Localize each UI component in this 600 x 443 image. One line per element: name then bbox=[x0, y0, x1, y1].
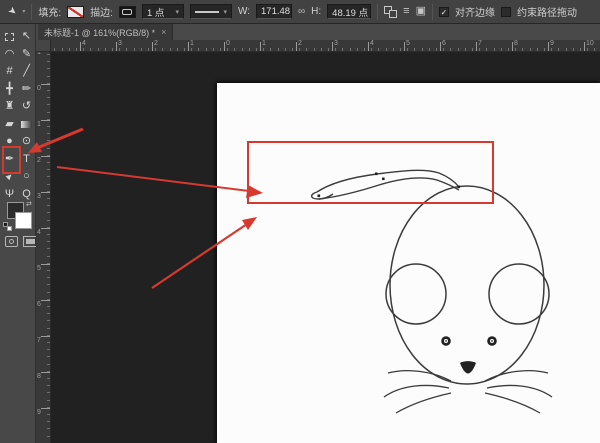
background-color-swatch[interactable] bbox=[15, 212, 32, 229]
history-brush-tool[interactable]: ↺ bbox=[22, 101, 31, 112]
close-icon[interactable]: × bbox=[161, 27, 166, 37]
stroke-width-field[interactable]: 1 点 ▾ bbox=[141, 4, 184, 19]
divider bbox=[377, 3, 379, 20]
align-edges-checkbox[interactable]: ✓ bbox=[438, 6, 449, 17]
document-title: 未标题-1 @ 161%(RGB/8) * bbox=[44, 27, 156, 38]
stroke-style-dropdown[interactable]: ▾ bbox=[189, 4, 232, 19]
tool-preset-dropdown-icon[interactable]: ▾ bbox=[22, 8, 25, 15]
horizontal-ruler: 4 3 2 1 0 1 2 3 4 5 6 7 8 9 10 bbox=[36, 40, 600, 52]
tool-options-bar: ➤ ▾ 填充: 描边: 1 点 ▾ ▾ W: 171.48 ∞ H: 48.19… bbox=[0, 0, 600, 24]
horizontal-type-tool[interactable]: T bbox=[23, 153, 30, 165]
hand-tool[interactable]: Ψ bbox=[5, 188, 14, 200]
ellipse-shape-tool[interactable]: ○ bbox=[23, 171, 30, 182]
chevron-down-icon: ▾ bbox=[223, 8, 227, 16]
document-canvas[interactable] bbox=[217, 83, 600, 443]
divider bbox=[431, 3, 433, 20]
dodge-tool[interactable]: ⊙ bbox=[22, 136, 31, 147]
path-selection-tool[interactable]: ► bbox=[2, 170, 16, 183]
height-label: H: bbox=[311, 6, 322, 17]
quick-selection-tool[interactable]: ✎ bbox=[22, 48, 31, 60]
clone-stamp-tool[interactable]: ♜ bbox=[5, 101, 15, 112]
vertical-ruler: 10123456789 bbox=[36, 52, 51, 443]
tool-grid: ↖ ◠ ✎ # ╱ ╋ ✏ ♜ ↺ ▰ ● ⊙ ✒ T ► ○ Ψ Q bbox=[0, 24, 35, 203]
photoshop-window: ➤ ▾ 填充: 描边: 1 点 ▾ ▾ W: 171.48 ∞ H: 48.19… bbox=[0, 0, 600, 443]
shape-width-field[interactable]: 171.48 bbox=[256, 4, 293, 19]
path-alignment-icon[interactable]: ≡ bbox=[403, 6, 409, 17]
pen-tool[interactable]: ✒ bbox=[5, 153, 14, 165]
tools-panel: ↖ ◠ ✎ # ╱ ╋ ✏ ♜ ↺ ▰ ● ⊙ ✒ T ► ○ Ψ Q ⇄ bbox=[0, 24, 38, 443]
divider bbox=[31, 3, 33, 20]
width-label: W: bbox=[237, 6, 251, 17]
constrain-path-drag-checkbox[interactable] bbox=[500, 6, 511, 17]
solid-line-icon bbox=[194, 10, 219, 13]
ruler-corner bbox=[36, 40, 51, 52]
brush-tool[interactable]: ✏ bbox=[22, 83, 31, 95]
lasso-tool[interactable]: ◠ bbox=[5, 48, 15, 60]
fill-color-swatch[interactable] bbox=[67, 5, 85, 18]
path-operations-icon[interactable] bbox=[384, 5, 398, 18]
default-colors-icon[interactable] bbox=[3, 222, 12, 231]
stroke-color-swatch[interactable] bbox=[118, 5, 136, 18]
swap-colors-icon[interactable]: ⇄ bbox=[26, 200, 32, 208]
document-tab[interactable]: 未标题-1 @ 161%(RGB/8) * × bbox=[38, 24, 174, 40]
crop-tool[interactable]: # bbox=[6, 66, 12, 77]
gradient-tool[interactable] bbox=[21, 120, 32, 128]
quick-mask-icon[interactable] bbox=[5, 236, 18, 247]
eyedropper-tool[interactable]: ╱ bbox=[23, 66, 30, 77]
document-tab-bar: 未标题-1 @ 161%(RGB/8) * × bbox=[36, 24, 600, 40]
move-tool[interactable]: ↖ bbox=[22, 31, 31, 42]
zoom-tool[interactable]: Q bbox=[22, 188, 31, 200]
eraser-tool[interactable]: ▰ bbox=[5, 118, 13, 130]
chevron-down-icon: ▾ bbox=[175, 8, 179, 16]
stroke-label: 描边: bbox=[90, 8, 113, 19]
link-dimensions-icon[interactable]: ∞ bbox=[298, 6, 305, 17]
blur-tool[interactable]: ● bbox=[6, 136, 13, 147]
align-edges-label: 对齐边缘 bbox=[454, 8, 495, 19]
constrain-path-drag-label: 约束路径拖动 bbox=[516, 8, 577, 19]
fill-label: 填充: bbox=[38, 8, 62, 19]
path-arrangement-icon[interactable]: ▣ bbox=[416, 6, 426, 17]
spot-healing-brush-tool[interactable]: ╋ bbox=[6, 83, 13, 95]
tool-preset-icon[interactable]: ➤ bbox=[5, 5, 18, 19]
rectangular-marquee-tool[interactable] bbox=[5, 32, 14, 41]
shape-height-field[interactable]: 48.19 点 bbox=[327, 4, 372, 19]
